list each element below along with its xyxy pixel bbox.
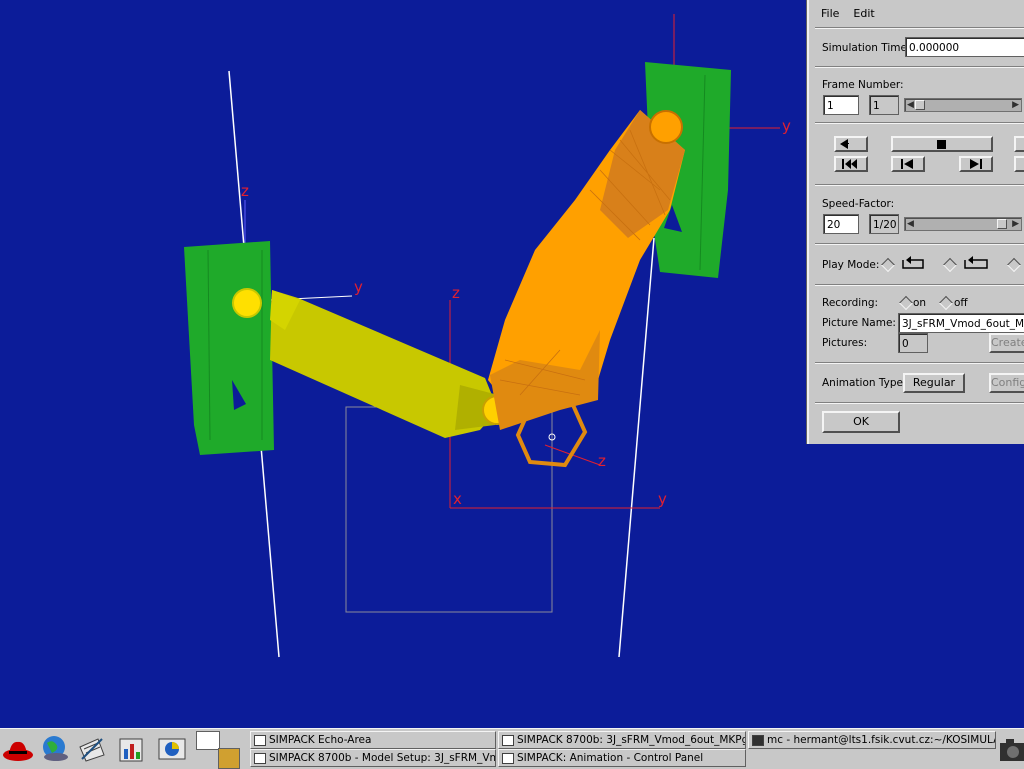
joint-z-label: z <box>598 452 606 470</box>
separator <box>815 122 1024 124</box>
panel-menubar: File Edit <box>809 0 1024 26</box>
slider-left-arrow-icon[interactable]: ◀ <box>907 219 914 229</box>
step-forward-icon <box>970 159 982 169</box>
stop-icon <box>937 140 946 149</box>
yellow-link <box>232 288 512 438</box>
separator <box>815 284 1024 286</box>
frame-number-label: Frame Number: <box>822 79 904 91</box>
separator <box>815 362 1024 364</box>
task-label: SIMPACK 8700b: 3J_sFRM_Vmod_6out_MKPg <box>517 734 746 746</box>
frame-slider[interactable]: ◀ ▶ <box>904 98 1022 112</box>
left-green-body <box>184 241 274 455</box>
redhat-menu-icon[interactable] <box>2 733 34 765</box>
animation-type-value: Regular <box>912 376 956 389</box>
recording-on-label: on <box>913 297 927 309</box>
task-model-setup[interactable]: SIMPACK 8700b - Model Setup: 3J_sFRM_Vm <box>250 749 496 767</box>
play-backward-icon <box>840 139 849 149</box>
separator <box>815 402 1024 404</box>
recording-on-radio[interactable] <box>898 295 914 311</box>
text-editor-icon[interactable] <box>76 733 108 765</box>
task-label: mc - hermant@lts1.fsik.cvut.cz:~/KOSIMUL… <box>767 734 996 746</box>
task-terminal-mc[interactable]: mc - hermant@lts1.fsik.cvut.cz:~/KOSIMUL… <box>748 731 996 749</box>
step-backward-icon <box>901 159 913 169</box>
simulation-time-field[interactable]: 0.000000 <box>905 37 1024 57</box>
browser-globe-icon[interactable] <box>38 733 70 765</box>
config-button[interactable]: Config <box>989 373 1024 393</box>
task-echo-area[interactable]: SIMPACK Echo-Area <box>250 731 496 749</box>
window-icon <box>502 735 514 746</box>
window-icon <box>254 735 266 746</box>
picture-name-field[interactable]: 3J_sFRM_Vmod_6out_MK <box>898 313 1024 333</box>
play-backward-button[interactable] <box>834 136 868 152</box>
separator <box>815 184 1024 186</box>
recording-off-radio[interactable] <box>938 295 954 311</box>
window-icon <box>502 753 514 764</box>
play-mode-loop-radio[interactable] <box>942 257 958 273</box>
play-mode-label: Play Mode: <box>822 259 880 271</box>
center-x-label: x <box>453 490 462 508</box>
menu-file[interactable]: File <box>821 7 839 20</box>
stop-button[interactable] <box>891 136 993 152</box>
pictures-count-field: 0 <box>898 333 928 353</box>
spreadsheet-icon[interactable] <box>116 733 148 765</box>
speed-factor-label: Speed-Factor: <box>822 198 895 210</box>
pictures-label: Pictures: <box>822 337 868 349</box>
loop-once-icon <box>902 256 924 269</box>
slider-left-arrow-icon[interactable]: ◀ <box>907 100 914 110</box>
task-label: SIMPACK: Animation - Control Panel <box>517 752 704 764</box>
menu-edit[interactable]: Edit <box>853 7 874 20</box>
presentation-icon[interactable] <box>156 733 188 765</box>
speed-fraction-field: 1/20 <box>869 214 899 234</box>
task-label: SIMPACK 8700b - Model Setup: 3J_sFRM_Vm <box>269 752 496 764</box>
animation-control-panel: File Edit Simulation Time: 0.000000 Fram… <box>807 0 1024 444</box>
separator <box>815 66 1024 68</box>
step-backward-button[interactable] <box>891 156 925 172</box>
rewind-to-start-button[interactable] <box>834 156 868 172</box>
slider-right-arrow-icon[interactable]: ▶ <box>1012 219 1019 229</box>
play-mode-bounce-radio[interactable] <box>1006 257 1022 273</box>
animation-type-label: Animation Type: <box>822 377 907 389</box>
frame-slider-knob[interactable] <box>915 100 925 110</box>
loop-continuous-icon <box>964 256 988 269</box>
simulation-time-label: Simulation Time: <box>822 42 911 54</box>
frame-number-field[interactable]: 1 <box>823 95 859 115</box>
center-z-label: z <box>452 284 460 302</box>
play-forward-button[interactable] <box>1014 136 1024 152</box>
recording-label: Recording: <box>822 297 879 309</box>
speed-slider-knob[interactable] <box>997 219 1007 229</box>
recording-off-label: off <box>954 297 968 309</box>
separator <box>815 27 1024 29</box>
left-z-label: z <box>241 182 249 200</box>
ok-button[interactable]: OK <box>822 411 900 433</box>
right-y-label: y <box>782 117 791 135</box>
speed-slider[interactable]: ◀ ▶ <box>904 217 1022 231</box>
create-button[interactable]: Create <box>989 333 1024 353</box>
step-forward-button[interactable] <box>959 156 993 172</box>
task-animation-control-panel[interactable]: SIMPACK: Animation - Control Panel <box>498 749 746 767</box>
rewind-to-start-icon <box>842 159 857 169</box>
picture-name-label: Picture Name: <box>822 317 896 329</box>
task-simpack-main[interactable]: SIMPACK 8700b: 3J_sFRM_Vmod_6out_MKPg <box>498 731 746 749</box>
slider-right-arrow-icon[interactable]: ▶ <box>1012 100 1019 110</box>
orange-link <box>488 110 685 468</box>
speed-factor-field[interactable]: 20 <box>823 214 859 234</box>
separator <box>815 243 1024 245</box>
task-label: SIMPACK Echo-Area <box>269 734 372 746</box>
left-y-label: y <box>354 278 363 296</box>
terminal-icon <box>752 735 764 746</box>
center-y-label: y <box>658 490 667 508</box>
forward-to-end-button[interactable] <box>1014 156 1024 172</box>
frame-total-field: 1 <box>869 95 899 115</box>
desktop-pager-2[interactable] <box>218 748 240 769</box>
play-mode-once-radio[interactable] <box>880 257 896 273</box>
desktop-pager-1[interactable] <box>196 731 220 750</box>
camera-icon[interactable] <box>996 733 1024 765</box>
animation-type-select[interactable]: Regular <box>903 373 965 393</box>
window-icon <box>254 753 266 764</box>
taskbar: SIMPACK Echo-Area SIMPACK 8700b - Model … <box>0 728 1024 769</box>
